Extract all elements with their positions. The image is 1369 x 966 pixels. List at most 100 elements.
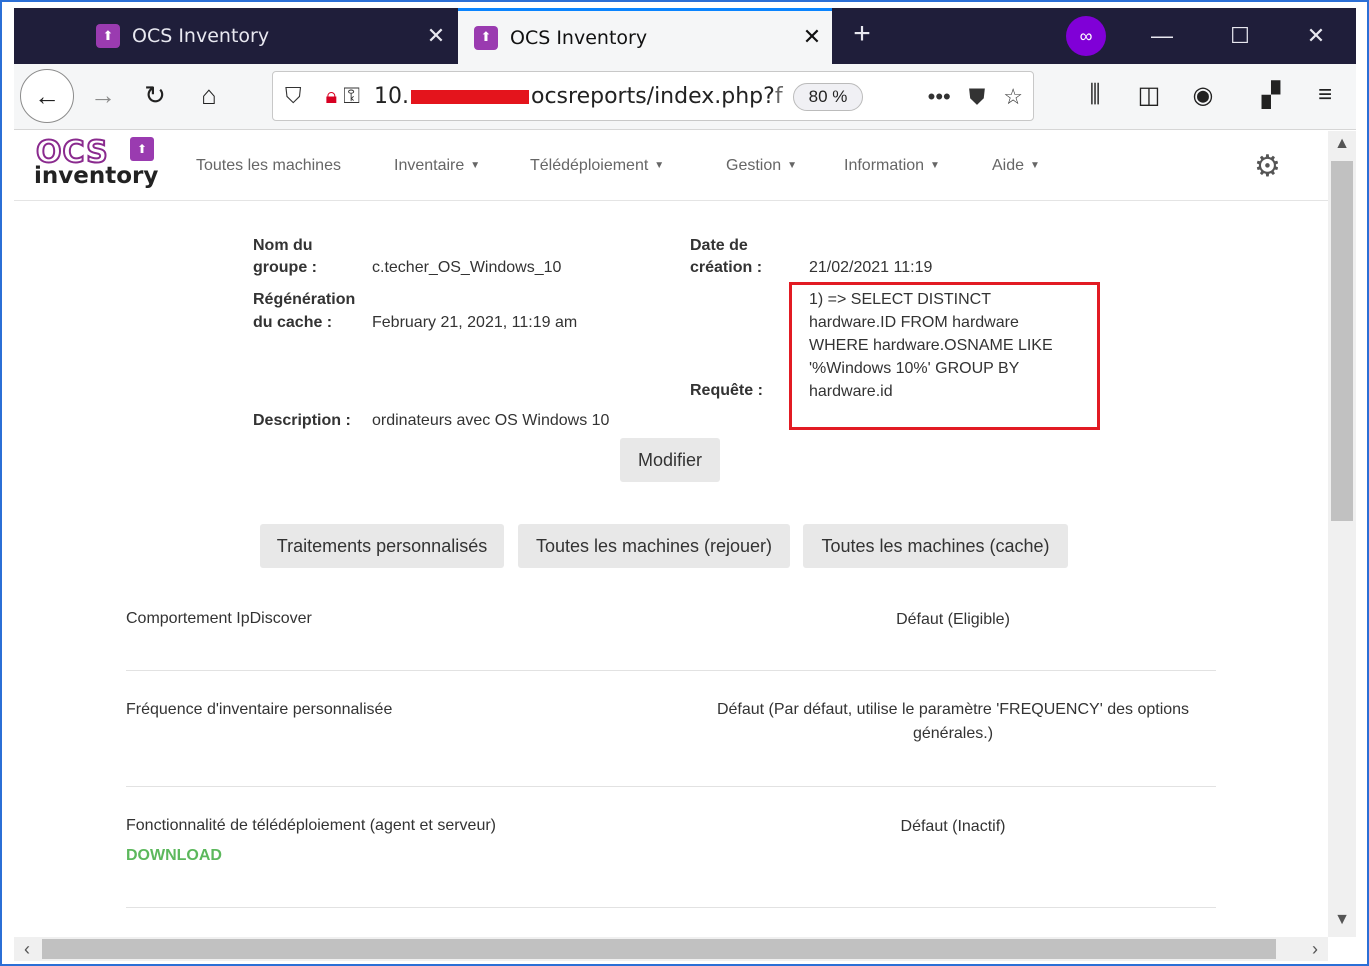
scroll-thumb[interactable] xyxy=(42,939,1276,959)
ocs-favicon-icon: ⬆ xyxy=(474,25,498,50)
key-icon[interactable]: ⚿ xyxy=(343,83,360,109)
pocket-icon[interactable]: ⛊ xyxy=(969,84,986,110)
insecure-connection-icon[interactable]: 🔒︎ xyxy=(326,83,338,109)
menu-deployment[interactable]: Télédéploiement ▼ xyxy=(530,157,664,175)
extensions-icon[interactable]: ▞ xyxy=(1248,72,1294,118)
close-icon[interactable]: ✕ xyxy=(416,24,456,49)
caret-down-icon: ▼ xyxy=(930,160,940,172)
library-icon[interactable]: ⫼ xyxy=(1072,72,1118,118)
group-name-label-1: Nom du xyxy=(253,237,313,254)
sidebar-icon[interactable]: ◫ xyxy=(1126,72,1172,118)
cache-label-1: Régénération xyxy=(253,291,356,308)
inventory-frequency-value: Défaut (Par défaut, utilise le paramètre… xyxy=(690,698,1216,746)
menu-management-label: Gestion xyxy=(726,157,782,174)
tab-ocs-inventory-1[interactable]: ⬆ OCS Inventory ✕ xyxy=(80,8,456,64)
caret-down-icon: ▼ xyxy=(1030,160,1040,172)
all-machines-cache-button[interactable]: Toutes les machines (cache) xyxy=(803,524,1068,568)
menu-help-label: Aide xyxy=(992,157,1025,174)
bookmark-star-icon[interactable]: ☆ xyxy=(1003,84,1023,110)
ipdiscover-value: Défaut (Eligible) xyxy=(896,611,1010,628)
download-tag: DOWNLOAD xyxy=(126,847,222,864)
inventory-frequency-label: Fréquence d'inventaire personnalisée xyxy=(126,701,393,718)
account-icon[interactable]: ◉ xyxy=(1180,72,1226,118)
navigation-toolbar: ← → ↻ ⌂ ⛉ 🔒︎ ⚿ 10. ocsreports/index.php?f… xyxy=(14,64,1356,130)
maximize-button[interactable]: ☐ xyxy=(1210,16,1270,56)
request-line: hardware.id xyxy=(809,383,893,400)
private-browsing-icon: ∞ xyxy=(1066,16,1106,56)
modify-button[interactable]: Modifier xyxy=(620,438,720,482)
inventory-frequency-value-line: générales.) xyxy=(912,725,994,742)
request-line: '%Windows 10%' GROUP BY xyxy=(809,360,1020,377)
deployment-feature-value: Défaut (Inactif) xyxy=(900,818,1006,835)
url-text[interactable]: 10. ocsreports/index.php?f xyxy=(374,84,783,109)
logo-inventory: inventory xyxy=(34,163,159,189)
menu-inventory[interactable]: Inventaire ▼ xyxy=(394,157,480,175)
menu-information[interactable]: Information ▼ xyxy=(844,157,940,175)
menu-information-label: Information xyxy=(844,157,925,174)
caret-down-icon: ▼ xyxy=(654,160,665,172)
tab-title: OCS Inventory xyxy=(132,25,270,47)
horizontal-scrollbar[interactable]: ‹ › xyxy=(14,937,1328,961)
minimize-button[interactable]: — xyxy=(1132,16,1192,56)
menu-inventory-label: Inventaire xyxy=(394,157,465,174)
zoom-indicator[interactable]: 80 % xyxy=(793,83,863,111)
divider xyxy=(126,786,1216,787)
description-value: ordinateurs avec OS Windows 10 xyxy=(372,412,610,429)
divider xyxy=(126,670,1216,671)
logo-badge-icon: ⬆ xyxy=(130,137,154,161)
tab-ocs-inventory-2[interactable]: ⬆ OCS Inventory ✕ xyxy=(458,8,832,64)
menu-deployment-label: Télédéploiement xyxy=(530,157,649,174)
redacted-host xyxy=(410,89,529,104)
scroll-left-icon[interactable]: ‹ xyxy=(14,937,40,961)
tab-bar: ⬆ OCS Inventory ✕ ⬆ OCS Inventory ✕ + ∞ … xyxy=(14,8,1356,64)
menu-help[interactable]: Aide ▼ xyxy=(992,157,1040,175)
description-label: Description : xyxy=(253,412,351,429)
menu-management[interactable]: Gestion ▼ xyxy=(726,157,797,175)
ocs-favicon-icon: ⬆ xyxy=(96,24,120,48)
creation-date-label-2: création : xyxy=(690,259,763,276)
settings-gear-icon[interactable]: ⚙ xyxy=(1254,149,1281,184)
more-actions-icon[interactable]: ••• xyxy=(928,84,951,110)
url-host-start: 10. xyxy=(373,83,409,109)
close-icon[interactable]: ✕ xyxy=(792,25,832,50)
ocs-inventory-logo[interactable]: OCS ⬆ inventory xyxy=(34,134,159,193)
request-line: hardware.ID FROM hardware xyxy=(809,314,1019,331)
request-query: 1) => SELECT DISTINCT hardware.ID FROM h… xyxy=(809,288,1089,403)
request-line: 1) => SELECT DISTINCT xyxy=(809,291,991,308)
divider xyxy=(126,907,1216,908)
menu-all-machines[interactable]: Toutes les machines xyxy=(196,157,341,175)
url-path-faded: f xyxy=(774,83,783,109)
group-name-value: c.techer_OS_Windows_10 xyxy=(372,259,562,276)
close-window-button[interactable]: ✕ xyxy=(1286,16,1346,56)
back-button[interactable]: ← xyxy=(20,69,74,123)
url-actions: ••• ⛊ ☆ xyxy=(928,72,1023,122)
group-name-label-2: groupe : xyxy=(253,259,317,276)
menu-icon[interactable]: ≡ xyxy=(1302,72,1348,118)
ipdiscover-label: Comportement IpDiscover xyxy=(126,610,312,627)
caret-down-icon: ▼ xyxy=(470,160,481,172)
cache-label-2: du cache : xyxy=(253,314,333,331)
url-path: ocsreports/index.php? xyxy=(530,83,775,109)
scroll-right-icon[interactable]: › xyxy=(1302,937,1328,961)
scroll-up-icon[interactable]: ▲ xyxy=(1328,135,1356,153)
all-machines-replay-button[interactable]: Toutes les machines (rejouer) xyxy=(518,524,790,568)
home-button[interactable]: ⌂ xyxy=(186,72,232,118)
request-line: WHERE hardware.OSNAME LIKE xyxy=(809,337,1053,354)
address-bar[interactable]: ⛉ 🔒︎ ⚿ 10. ocsreports/index.php?f 80 % ••… xyxy=(272,71,1034,121)
forward-button[interactable]: → xyxy=(80,72,126,118)
vertical-scrollbar[interactable]: ▲ ▼ xyxy=(1328,131,1356,937)
new-tab-button[interactable]: + xyxy=(840,14,884,58)
scroll-thumb[interactable] xyxy=(1331,161,1353,521)
request-label: Requête : xyxy=(690,382,763,399)
scroll-down-icon[interactable]: ▼ xyxy=(1328,911,1356,929)
reload-button[interactable]: ↻ xyxy=(132,72,178,118)
page-viewport: OCS ⬆ inventory Toutes les machines Inve… xyxy=(14,131,1328,937)
app-navbar: OCS ⬆ inventory Toutes les machines Inve… xyxy=(14,131,1328,201)
creation-date-label-1: Date de xyxy=(690,237,748,254)
tab-title: OCS Inventory xyxy=(510,26,648,49)
shield-icon[interactable]: ⛉ xyxy=(285,83,302,109)
custom-treatments-button[interactable]: Traitements personnalisés xyxy=(260,524,504,568)
deployment-feature-label: Fonctionnalité de télédéploiement (agent… xyxy=(126,817,496,834)
cache-value: February 21, 2021, 11:19 am xyxy=(372,314,578,331)
creation-date-value: 21/02/2021 11:19 xyxy=(809,259,933,276)
